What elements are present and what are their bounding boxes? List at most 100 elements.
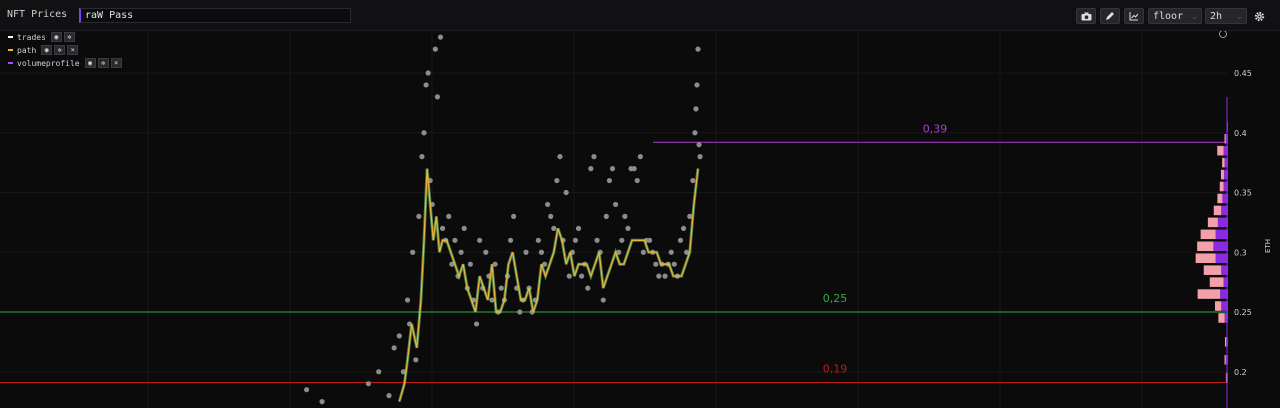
trade-point xyxy=(554,177,560,184)
volume-profile-sell-bar xyxy=(1224,355,1226,365)
close-icon[interactable]: × xyxy=(110,58,122,68)
trade-point xyxy=(304,387,310,393)
price-level-label: 0,19 xyxy=(823,363,848,376)
chart-type-button[interactable] xyxy=(1124,8,1144,24)
legend-item-trades: trades ◉ ✲ xyxy=(8,32,75,42)
trade-point xyxy=(692,130,698,136)
gear-icon[interactable]: ✲ xyxy=(97,58,109,68)
trade-point xyxy=(421,130,427,136)
trade-point xyxy=(477,237,483,243)
trade-point xyxy=(423,82,429,88)
volume-profile-sell-bar xyxy=(1224,133,1226,144)
trade-point xyxy=(458,249,464,255)
volume-profile-sell-bar xyxy=(1213,205,1222,216)
volume-profile-sell-bar xyxy=(1217,145,1224,156)
trade-point xyxy=(591,154,597,160)
chart-line-icon xyxy=(1129,12,1139,21)
trade-point xyxy=(376,369,382,375)
interval-select[interactable]: 2h ⌵ xyxy=(1205,8,1247,24)
trade-point xyxy=(446,213,452,219)
trade-point xyxy=(646,237,653,243)
trade-point xyxy=(594,237,600,243)
trade-point xyxy=(695,46,701,52)
eye-icon[interactable]: ◉ xyxy=(41,45,53,55)
volume-profile-buy-bar xyxy=(1217,217,1228,228)
screenshot-button[interactable] xyxy=(1076,8,1096,24)
legend-item-volumeprofile: volumeprofile ◉ ✲ × xyxy=(8,58,122,68)
trade-point xyxy=(538,249,545,255)
collection-search-input[interactable] xyxy=(79,8,351,23)
trade-point xyxy=(697,154,703,160)
legend-label: trades xyxy=(17,32,46,42)
price-chart[interactable]: 0.2 0.25 0.3 0.35 0.4 0.45 ETH 0,39 0,25 0,19 xyxy=(0,31,1280,408)
volume-profile-sell-bar xyxy=(1219,181,1224,192)
chevron-down-icon: ⌵ xyxy=(1237,11,1242,21)
trade-point xyxy=(694,82,700,88)
app-title: NFT Prices xyxy=(7,9,68,20)
trade-point xyxy=(680,225,687,231)
y-axis-unit: ETH xyxy=(1264,239,1272,253)
trade-point xyxy=(603,213,609,219)
trade-point xyxy=(606,177,613,184)
close-icon[interactable]: × xyxy=(67,45,79,55)
gear-icon[interactable]: ✲ xyxy=(54,45,66,55)
trade-point xyxy=(396,333,402,339)
trade-point xyxy=(690,177,696,184)
trade-point xyxy=(637,154,643,160)
trade-point xyxy=(386,393,392,399)
trade-point xyxy=(693,106,699,112)
trade-point xyxy=(551,225,557,231)
trade-point xyxy=(668,249,674,255)
trade-point xyxy=(523,249,529,255)
trade-point xyxy=(579,273,585,279)
trade-point xyxy=(434,94,441,100)
trade-point xyxy=(566,273,572,279)
trade-point xyxy=(517,309,523,315)
trade-point xyxy=(609,166,616,172)
trade-point xyxy=(498,285,504,291)
trade-point xyxy=(548,213,554,219)
chart-background xyxy=(0,31,1280,408)
legend-swatch xyxy=(8,36,13,38)
trade-point xyxy=(425,70,431,76)
gear-icon[interactable]: ✲ xyxy=(63,32,75,42)
volume-profile-sell-bar xyxy=(1197,289,1221,299)
trade-point xyxy=(413,357,419,363)
legend-swatch xyxy=(8,62,13,64)
trade-point xyxy=(545,201,551,208)
trade-point xyxy=(600,297,606,303)
volume-profile-sell-bar xyxy=(1200,229,1216,240)
volume-profile-buy-bar xyxy=(1213,241,1228,252)
trade-point xyxy=(563,189,569,196)
y-tick-label: 0.4 xyxy=(1234,129,1247,138)
trade-point xyxy=(535,237,541,243)
metric-select[interactable]: floor ⌵ xyxy=(1148,8,1202,24)
trade-point xyxy=(507,237,514,243)
camera-icon xyxy=(1081,12,1091,20)
trade-point xyxy=(557,154,563,160)
volume-profile-buy-bar xyxy=(1215,253,1228,264)
volume-profile-sell-bar xyxy=(1197,241,1214,252)
trade-point xyxy=(439,225,446,231)
settings-button[interactable] xyxy=(1251,8,1267,24)
eye-icon[interactable]: ◉ xyxy=(84,58,96,68)
trade-point xyxy=(696,142,702,148)
price-level-label: 0,39 xyxy=(923,122,948,135)
eye-icon[interactable]: ◉ xyxy=(50,32,62,42)
volume-profile-sell-bar xyxy=(1218,313,1225,323)
volume-profile-sell-bar xyxy=(1215,301,1222,311)
legend-swatch xyxy=(8,49,13,51)
trade-point xyxy=(365,381,371,387)
trade-point xyxy=(640,249,647,255)
y-tick-label: 0.25 xyxy=(1234,308,1252,317)
trade-point xyxy=(662,273,668,279)
draw-button[interactable] xyxy=(1100,8,1120,24)
trade-point xyxy=(572,237,579,243)
trade-point xyxy=(625,225,631,231)
volume-profile-sell-bar xyxy=(1220,169,1224,180)
trade-point xyxy=(410,249,416,255)
y-tick-label: 0.45 xyxy=(1234,69,1252,78)
volume-profile-buy-bar xyxy=(1215,229,1228,240)
trade-point xyxy=(585,285,591,291)
metric-select-value: floor xyxy=(1153,10,1184,22)
